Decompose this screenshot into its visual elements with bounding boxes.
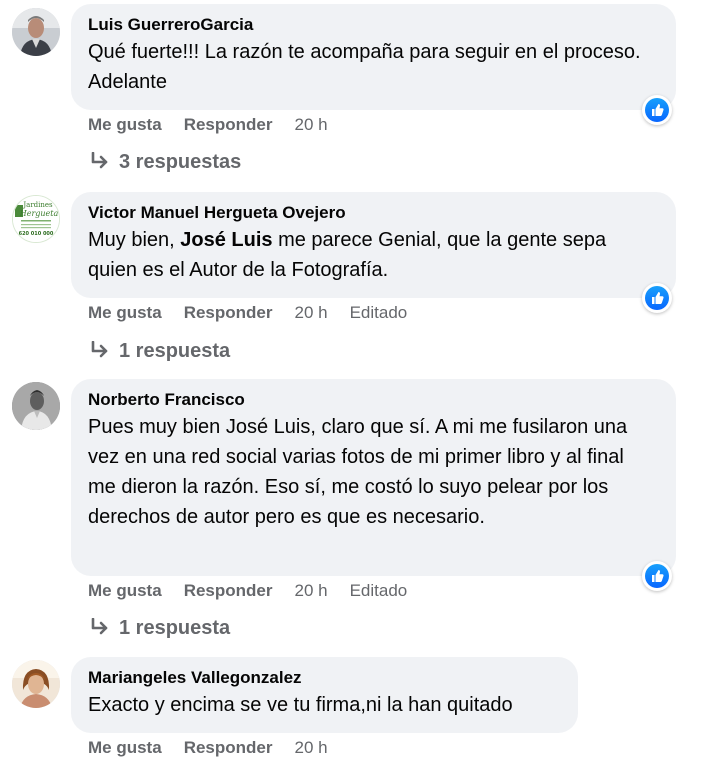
comment-author[interactable]: Luis GuerreroGarcia	[88, 14, 660, 36]
like-button[interactable]: Me gusta	[88, 114, 162, 136]
comment-timestamp[interactable]: 20 h	[294, 580, 327, 602]
view-replies-button[interactable]: 1 respuesta	[90, 616, 230, 640]
avatar-logo-text: Hergueta	[19, 209, 59, 218]
like-button[interactable]: Me gusta	[88, 580, 162, 602]
comment-timestamp[interactable]: 20 h	[294, 114, 327, 136]
avatar[interactable]	[12, 382, 60, 430]
comment-author[interactable]: Norberto Francisco	[88, 389, 660, 411]
comment-author[interactable]: Victor Manuel Hergueta Ovejero	[88, 202, 660, 224]
comment-actions: Me gusta Responder 20 h	[88, 737, 350, 759]
replies-count: 1 respuesta	[119, 617, 231, 639]
comment-actions: Me gusta Responder 20 h	[88, 114, 350, 136]
avatar-logo-text: 620 010 000	[19, 231, 54, 237]
avatar[interactable]	[12, 660, 60, 708]
avatar[interactable]: Jardines Hergueta 620 010 000	[12, 195, 60, 243]
comment-timestamp[interactable]: 20 h	[294, 737, 327, 759]
comment-text: Exacto y encima se ve tu firma,ni la han…	[88, 694, 513, 716]
view-replies-button[interactable]: 1 respuesta	[90, 339, 230, 363]
avatar-logo-text: Jardines	[22, 201, 53, 209]
replies-count: 1 respuesta	[119, 340, 231, 362]
like-reaction-badge[interactable]	[642, 283, 672, 313]
edited-label[interactable]: Editado	[350, 580, 408, 602]
comment-author[interactable]: Mariangeles Vallegonzalez	[88, 667, 562, 689]
reply-button[interactable]: Responder	[184, 580, 273, 602]
thumbs-up-icon	[652, 292, 664, 304]
comment-bubble: Victor Manuel Hergueta Ovejero Muy bien,…	[71, 192, 676, 298]
like-button[interactable]: Me gusta	[88, 737, 162, 759]
reply-button[interactable]: Responder	[184, 114, 273, 136]
avatar[interactable]	[12, 8, 60, 56]
reply-button[interactable]: Responder	[184, 302, 273, 324]
like-reaction-badge[interactable]	[642, 561, 672, 591]
like-button[interactable]: Me gusta	[88, 302, 162, 324]
comment-bubble: Norberto Francisco Pues muy bien José Lu…	[71, 379, 676, 576]
thumbs-up-icon	[652, 104, 664, 116]
replies-count: 3 respuestas	[119, 151, 242, 173]
comment-actions: Me gusta Responder 20 h Editado	[88, 580, 407, 602]
reply-button[interactable]: Responder	[184, 737, 273, 759]
reply-arrow-icon	[91, 618, 108, 635]
thumbs-up-icon	[652, 570, 664, 582]
edited-label[interactable]: Editado	[350, 302, 408, 324]
like-reaction-badge[interactable]	[642, 95, 672, 125]
reply-arrow-icon	[91, 152, 108, 169]
reply-arrow-icon	[91, 341, 108, 358]
comment-bubble: Mariangeles Vallegonzalez Exacto y encim…	[71, 657, 578, 733]
view-replies-button[interactable]: 3 respuestas	[90, 150, 241, 174]
comment-timestamp[interactable]: 20 h	[294, 302, 327, 324]
comment-bubble: Luis GuerreroGarcia Qué fuerte!!! La raz…	[71, 4, 676, 110]
mention-link[interactable]: José Luis	[180, 229, 272, 251]
comment-text: Pues muy bien José Luis, claro que sí. A…	[88, 416, 628, 528]
comment-text: Muy bien, José Luis me parece Genial, qu…	[88, 229, 607, 281]
comment-text: Qué fuerte!!! La razón te acompaña para …	[88, 41, 641, 93]
comment-actions: Me gusta Responder 20 h Editado	[88, 302, 407, 324]
